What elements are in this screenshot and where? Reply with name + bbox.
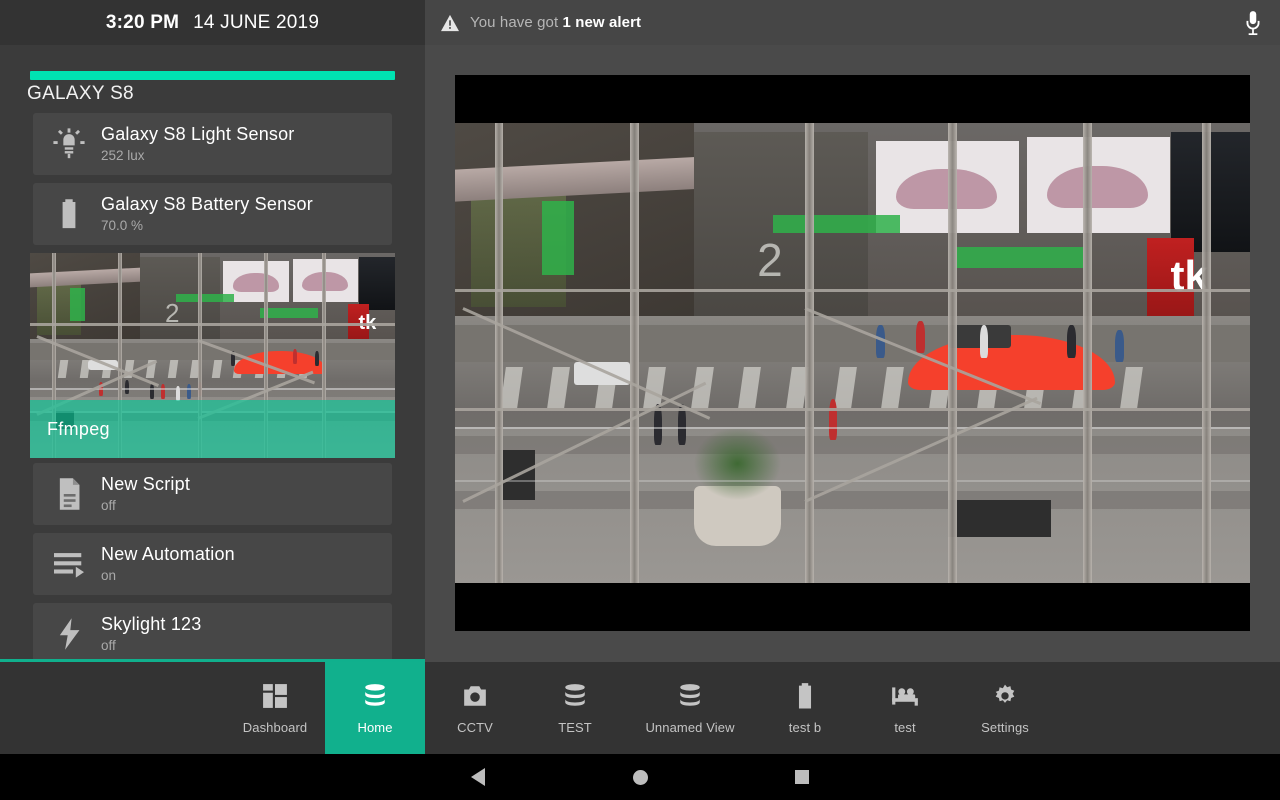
street-camera-scene: 2 tk — [455, 123, 1250, 583]
item-state: 252 lux — [101, 147, 295, 165]
tab-settings[interactable]: Settings — [955, 662, 1055, 754]
microphone-icon[interactable] — [1240, 8, 1266, 38]
sidebar-item-light-sensor[interactable]: Galaxy S8 Light Sensor 252 lux — [33, 113, 392, 175]
alert-highlight: 1 new alert — [563, 14, 642, 31]
battery-icon — [795, 681, 815, 711]
item-state: on — [101, 567, 235, 585]
android-system-nav — [0, 754, 1280, 800]
item-title: Skylight 123 — [101, 613, 201, 636]
playlist-play-icon — [41, 536, 97, 592]
app-root: 3:20 PM 14 JUNE 2019 GALAXY S8 — [0, 0, 1280, 800]
alert-message: You have got 1 new alert — [470, 14, 641, 31]
sidebar-item-text: Skylight 123 off — [97, 613, 201, 655]
sidebar-item-text: Galaxy S8 Light Sensor 252 lux — [97, 123, 295, 165]
group-accent-bar — [30, 71, 395, 80]
sidebar-item-new-automation[interactable]: New Automation on — [33, 533, 392, 595]
item-title: New Script — [101, 473, 190, 496]
tab-label: test b — [789, 720, 821, 735]
item-title: Galaxy S8 Light Sensor — [101, 123, 295, 146]
sidebar-item-new-script[interactable]: New Script off — [33, 463, 392, 525]
bottom-tab-bar: Dashboard Home CCTV — [0, 662, 1280, 754]
video-frame: 2 tk — [455, 123, 1250, 583]
tab-test-bed[interactable]: test — [855, 662, 955, 754]
database-stack-icon — [362, 681, 388, 711]
item-state: off — [101, 637, 201, 655]
tab-label: Settings — [981, 720, 1029, 735]
sidebar-item-skylight-123[interactable]: Skylight 123 off — [33, 603, 392, 662]
group-title: GALAXY S8 — [27, 83, 425, 105]
item-title: Galaxy S8 Battery Sensor — [101, 193, 313, 216]
recents-square-icon — [795, 770, 809, 784]
clock-time: 3:20 PM — [106, 12, 179, 34]
tab-test-b[interactable]: test b — [755, 662, 855, 754]
home-button[interactable] — [559, 770, 721, 785]
tab-label: CCTV — [457, 720, 493, 735]
sidebar-camera-card[interactable]: 2 tk — [30, 253, 395, 458]
database-stack-icon — [677, 681, 703, 711]
database-stack-icon — [562, 681, 588, 711]
clock-date: 14 JUNE 2019 — [193, 12, 319, 34]
item-title: New Automation — [101, 543, 235, 566]
tab-dashboard[interactable]: Dashboard — [225, 662, 325, 754]
gear-icon — [992, 681, 1018, 711]
tab-label: test — [894, 720, 915, 735]
script-document-icon — [41, 466, 97, 522]
left-sidebar: 3:20 PM 14 JUNE 2019 GALAXY S8 — [0, 0, 425, 662]
tab-label: Dashboard — [243, 720, 308, 735]
warning-triangle-icon — [439, 12, 461, 34]
tab-test[interactable]: TEST — [525, 662, 625, 754]
camera-card-label: Ffmpeg — [30, 419, 110, 440]
tab-home[interactable]: Home — [325, 662, 425, 754]
back-triangle-icon — [471, 768, 485, 786]
clock-bar: 3:20 PM 14 JUNE 2019 — [0, 0, 425, 45]
home-circle-icon — [633, 770, 648, 785]
lightning-bolt-icon — [41, 606, 97, 662]
sidebar-item-text: New Script off — [97, 473, 190, 515]
tab-unnamed-view[interactable]: Unnamed View — [625, 662, 755, 754]
tab-label: TEST — [558, 720, 592, 735]
battery-icon — [41, 186, 97, 242]
recents-button[interactable] — [721, 770, 883, 784]
item-state: off — [101, 497, 190, 515]
live-video-player[interactable]: 2 tk — [455, 75, 1250, 631]
tab-label: Unnamed View — [645, 720, 734, 735]
camera-card-overlay: Ffmpeg — [30, 400, 395, 458]
alert-prefix: You have got — [470, 14, 563, 31]
dashboard-grid-icon — [262, 681, 288, 711]
light-bulb-icon — [41, 116, 97, 172]
sidebar-scroll-area[interactable]: GALAXY S8 Galaxy S8 Light Sensor 252 lux — [0, 71, 425, 662]
main-panel: You have got 1 new alert — [425, 0, 1280, 662]
tab-label: Home — [357, 720, 392, 735]
sidebar-item-text: New Automation on — [97, 543, 235, 585]
back-button[interactable] — [397, 768, 559, 786]
tab-cctv[interactable]: CCTV — [425, 662, 525, 754]
bed-icon — [890, 681, 920, 711]
sidebar-item-battery-sensor[interactable]: Galaxy S8 Battery Sensor 70.0 % — [33, 183, 392, 245]
item-state: 70.0 % — [101, 217, 313, 235]
camera-icon — [462, 681, 488, 711]
sidebar-item-text: Galaxy S8 Battery Sensor 70.0 % — [97, 193, 313, 235]
alert-bar[interactable]: You have got 1 new alert — [425, 0, 1280, 45]
